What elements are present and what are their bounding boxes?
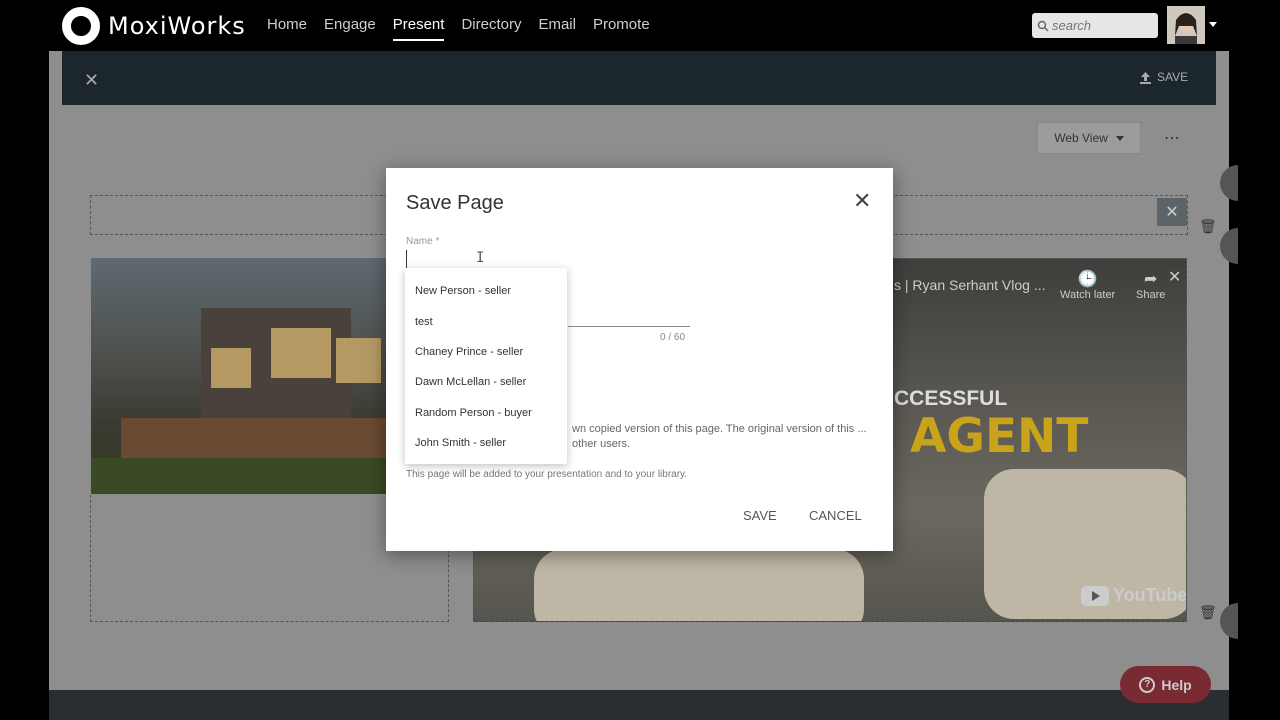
moxiworks-logo[interactable]: MoxiWorks (62, 7, 246, 45)
help-button[interactable]: ? Help (1120, 666, 1211, 703)
character-counter: 0 / 60 (660, 332, 686, 343)
house-deck (121, 418, 388, 458)
nav-promote[interactable]: Promote (593, 16, 650, 41)
editor-save-label: SAVE (1157, 70, 1189, 84)
youtube-label: YouTube (1113, 585, 1187, 605)
footnote-text: This page will be added to your presenta… (406, 469, 688, 480)
search-icon (1037, 20, 1049, 32)
caret-down-icon (1115, 135, 1124, 141)
watch-later-label: Watch later (1060, 289, 1116, 301)
share-icon: ➦ (1143, 271, 1158, 288)
web-view-label: Web View (1054, 131, 1108, 145)
more-options-icon[interactable]: ⋯ (1164, 128, 1181, 148)
close-editor-icon[interactable]: ✕ (84, 70, 99, 91)
top-nav: MoxiWorks Home Engage Present Directory … (0, 0, 1229, 51)
help-icon: ? (1139, 676, 1156, 693)
clock-icon: 🕒 (1077, 271, 1098, 288)
search-box[interactable] (1032, 13, 1158, 38)
suggestion-item[interactable]: John Smith - seller (405, 428, 567, 458)
lawn (91, 458, 388, 494)
video-overlay-text: CCESSFUL (894, 387, 1008, 410)
suggestion-item[interactable]: Random Person - buyer (405, 398, 567, 428)
web-view-select[interactable]: Web View (1037, 122, 1141, 154)
trash-icon[interactable]: 🗑 (1199, 604, 1217, 621)
remove-block-icon[interactable]: ✕ (1157, 198, 1187, 226)
suggestion-item[interactable]: test (405, 306, 567, 336)
name-input[interactable] (406, 250, 690, 270)
cancel-button[interactable]: CANCEL (809, 508, 862, 523)
search-input[interactable] (1052, 18, 1152, 33)
video-title[interactable]: s | Ryan Serhant Vlog ... (894, 277, 1046, 293)
video-overlay-text: AGENT (910, 409, 1089, 464)
nav-links: Home Engage Present Directory Email Prom… (267, 16, 667, 41)
editor-save-button[interactable]: SAVE (1139, 70, 1188, 84)
nav-present[interactable]: Present (392, 16, 445, 41)
upload-icon (1140, 71, 1151, 84)
editor-toolbar (62, 51, 1216, 105)
nav-email[interactable]: Email (538, 16, 576, 41)
house-photo[interactable] (91, 258, 388, 494)
watch-later-button[interactable]: 🕒 Watch later (1060, 269, 1115, 301)
share-label: Share (1136, 289, 1166, 301)
nav-home[interactable]: Home (267, 16, 307, 41)
house-window (211, 348, 251, 388)
close-icon[interactable]: ✕ (853, 190, 871, 212)
avatar-caret-icon[interactable] (1209, 22, 1217, 27)
left-margin (0, 51, 49, 720)
text-cursor-icon: I (476, 250, 485, 266)
suggestion-item[interactable]: Chaney Prince - seller (405, 337, 567, 367)
suggestion-item[interactable]: New Person - seller (405, 276, 567, 306)
copy-info-text: wn copied version of this page. The orig… (572, 423, 867, 450)
logo-ring-icon (62, 7, 100, 45)
name-suggestions-dropdown: New Person - seller test Chaney Prince -… (405, 268, 567, 464)
dialog-title: Save Page (406, 192, 504, 214)
help-label: Help (1161, 676, 1192, 693)
house-window (271, 328, 331, 378)
youtube-play-icon (1081, 585, 1109, 606)
name-field-underline (568, 326, 690, 327)
trash-icon[interactable]: 🗑 (1199, 218, 1217, 235)
suggestion-item[interactable]: Dawn McLellan - seller (405, 367, 567, 397)
save-button[interactable]: SAVE (743, 508, 777, 523)
video-close-icon[interactable]: ✕ (1168, 267, 1181, 287)
sofa (534, 549, 864, 621)
nav-directory[interactable]: Directory (461, 16, 521, 41)
user-avatar[interactable] (1167, 6, 1205, 44)
youtube-logo[interactable]: YouTube (1081, 585, 1187, 606)
nav-engage[interactable]: Engage (324, 16, 376, 41)
bottom-bar (49, 690, 1229, 720)
avatar-image (1167, 6, 1205, 44)
house-window (336, 338, 381, 383)
share-button[interactable]: ➦ Share (1136, 269, 1165, 301)
brand-name: MoxiWorks (108, 12, 246, 40)
name-label: Name * (406, 236, 440, 247)
